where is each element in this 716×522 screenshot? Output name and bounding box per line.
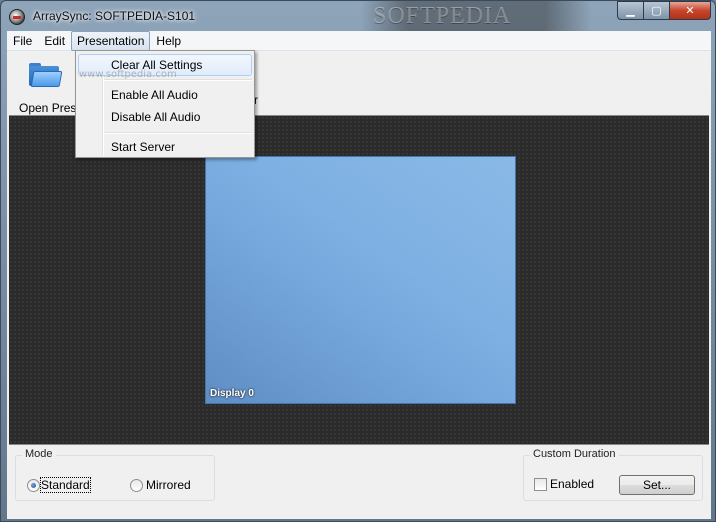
menu-item-enable-all-audio[interactable]: Enable All Audio (78, 84, 252, 106)
mirrored-radio-label[interactable]: Mirrored (146, 478, 191, 492)
enabled-checkbox-label[interactable]: Enabled (550, 477, 594, 491)
menu-separator (104, 132, 252, 134)
softpedia-watermark: SOFTPEDIA (373, 3, 512, 29)
enabled-checkbox[interactable] (534, 478, 547, 491)
open-presentation-label: Open Prese (19, 101, 84, 115)
custom-duration-group: Custom Duration Enabled Set... (523, 448, 703, 501)
title-bar[interactable]: ArraySync: SOFTPEDIA-S101 SOFTPEDIA ▁ ▢ … (1, 1, 716, 31)
menu-item-disable-all-audio[interactable]: Disable All Audio (78, 106, 252, 128)
app-window: ArraySync: SOFTPEDIA-S101 SOFTPEDIA ▁ ▢ … (0, 0, 716, 522)
close-button[interactable]: ✕ (669, 1, 711, 20)
mode-group: Mode Standard Mirrored (15, 448, 215, 501)
app-icon[interactable] (9, 9, 25, 25)
menu-bar: File Edit Presentation Help (7, 31, 711, 51)
standard-radio-label[interactable]: Standard (40, 477, 91, 493)
bottom-panel: Mode Standard Mirrored Custom Duration E… (7, 445, 711, 519)
window-title: ArraySync: SOFTPEDIA-S101 (33, 9, 196, 23)
set-duration-button[interactable]: Set... (619, 475, 695, 495)
menu-item-start-server[interactable]: Start Server (78, 136, 252, 158)
menu-file[interactable]: File (7, 31, 38, 51)
maximize-button[interactable]: ▢ (643, 1, 669, 20)
softpedia-url-watermark: www.softpedia.com (79, 69, 177, 80)
standard-radio[interactable] (27, 479, 40, 492)
menu-help[interactable]: Help (150, 31, 187, 51)
window-controls: ▁ ▢ ✕ (617, 1, 711, 21)
custom-duration-legend: Custom Duration (530, 448, 619, 460)
menu-presentation[interactable]: Presentation (71, 31, 151, 51)
menu-edit[interactable]: Edit (38, 31, 71, 51)
minimize-button[interactable]: ▁ (617, 1, 643, 20)
mode-legend: Mode (22, 448, 56, 460)
folder-open-icon (29, 63, 63, 87)
display-canvas[interactable]: Display 0 (9, 115, 709, 445)
display-tile[interactable]: Display 0 (205, 156, 516, 404)
display-tile-label: Display 0 (210, 388, 254, 399)
presentation-dropdown-menu: Clear All Settings Enable All Audio Disa… (75, 50, 255, 158)
mirrored-radio[interactable] (130, 479, 143, 492)
